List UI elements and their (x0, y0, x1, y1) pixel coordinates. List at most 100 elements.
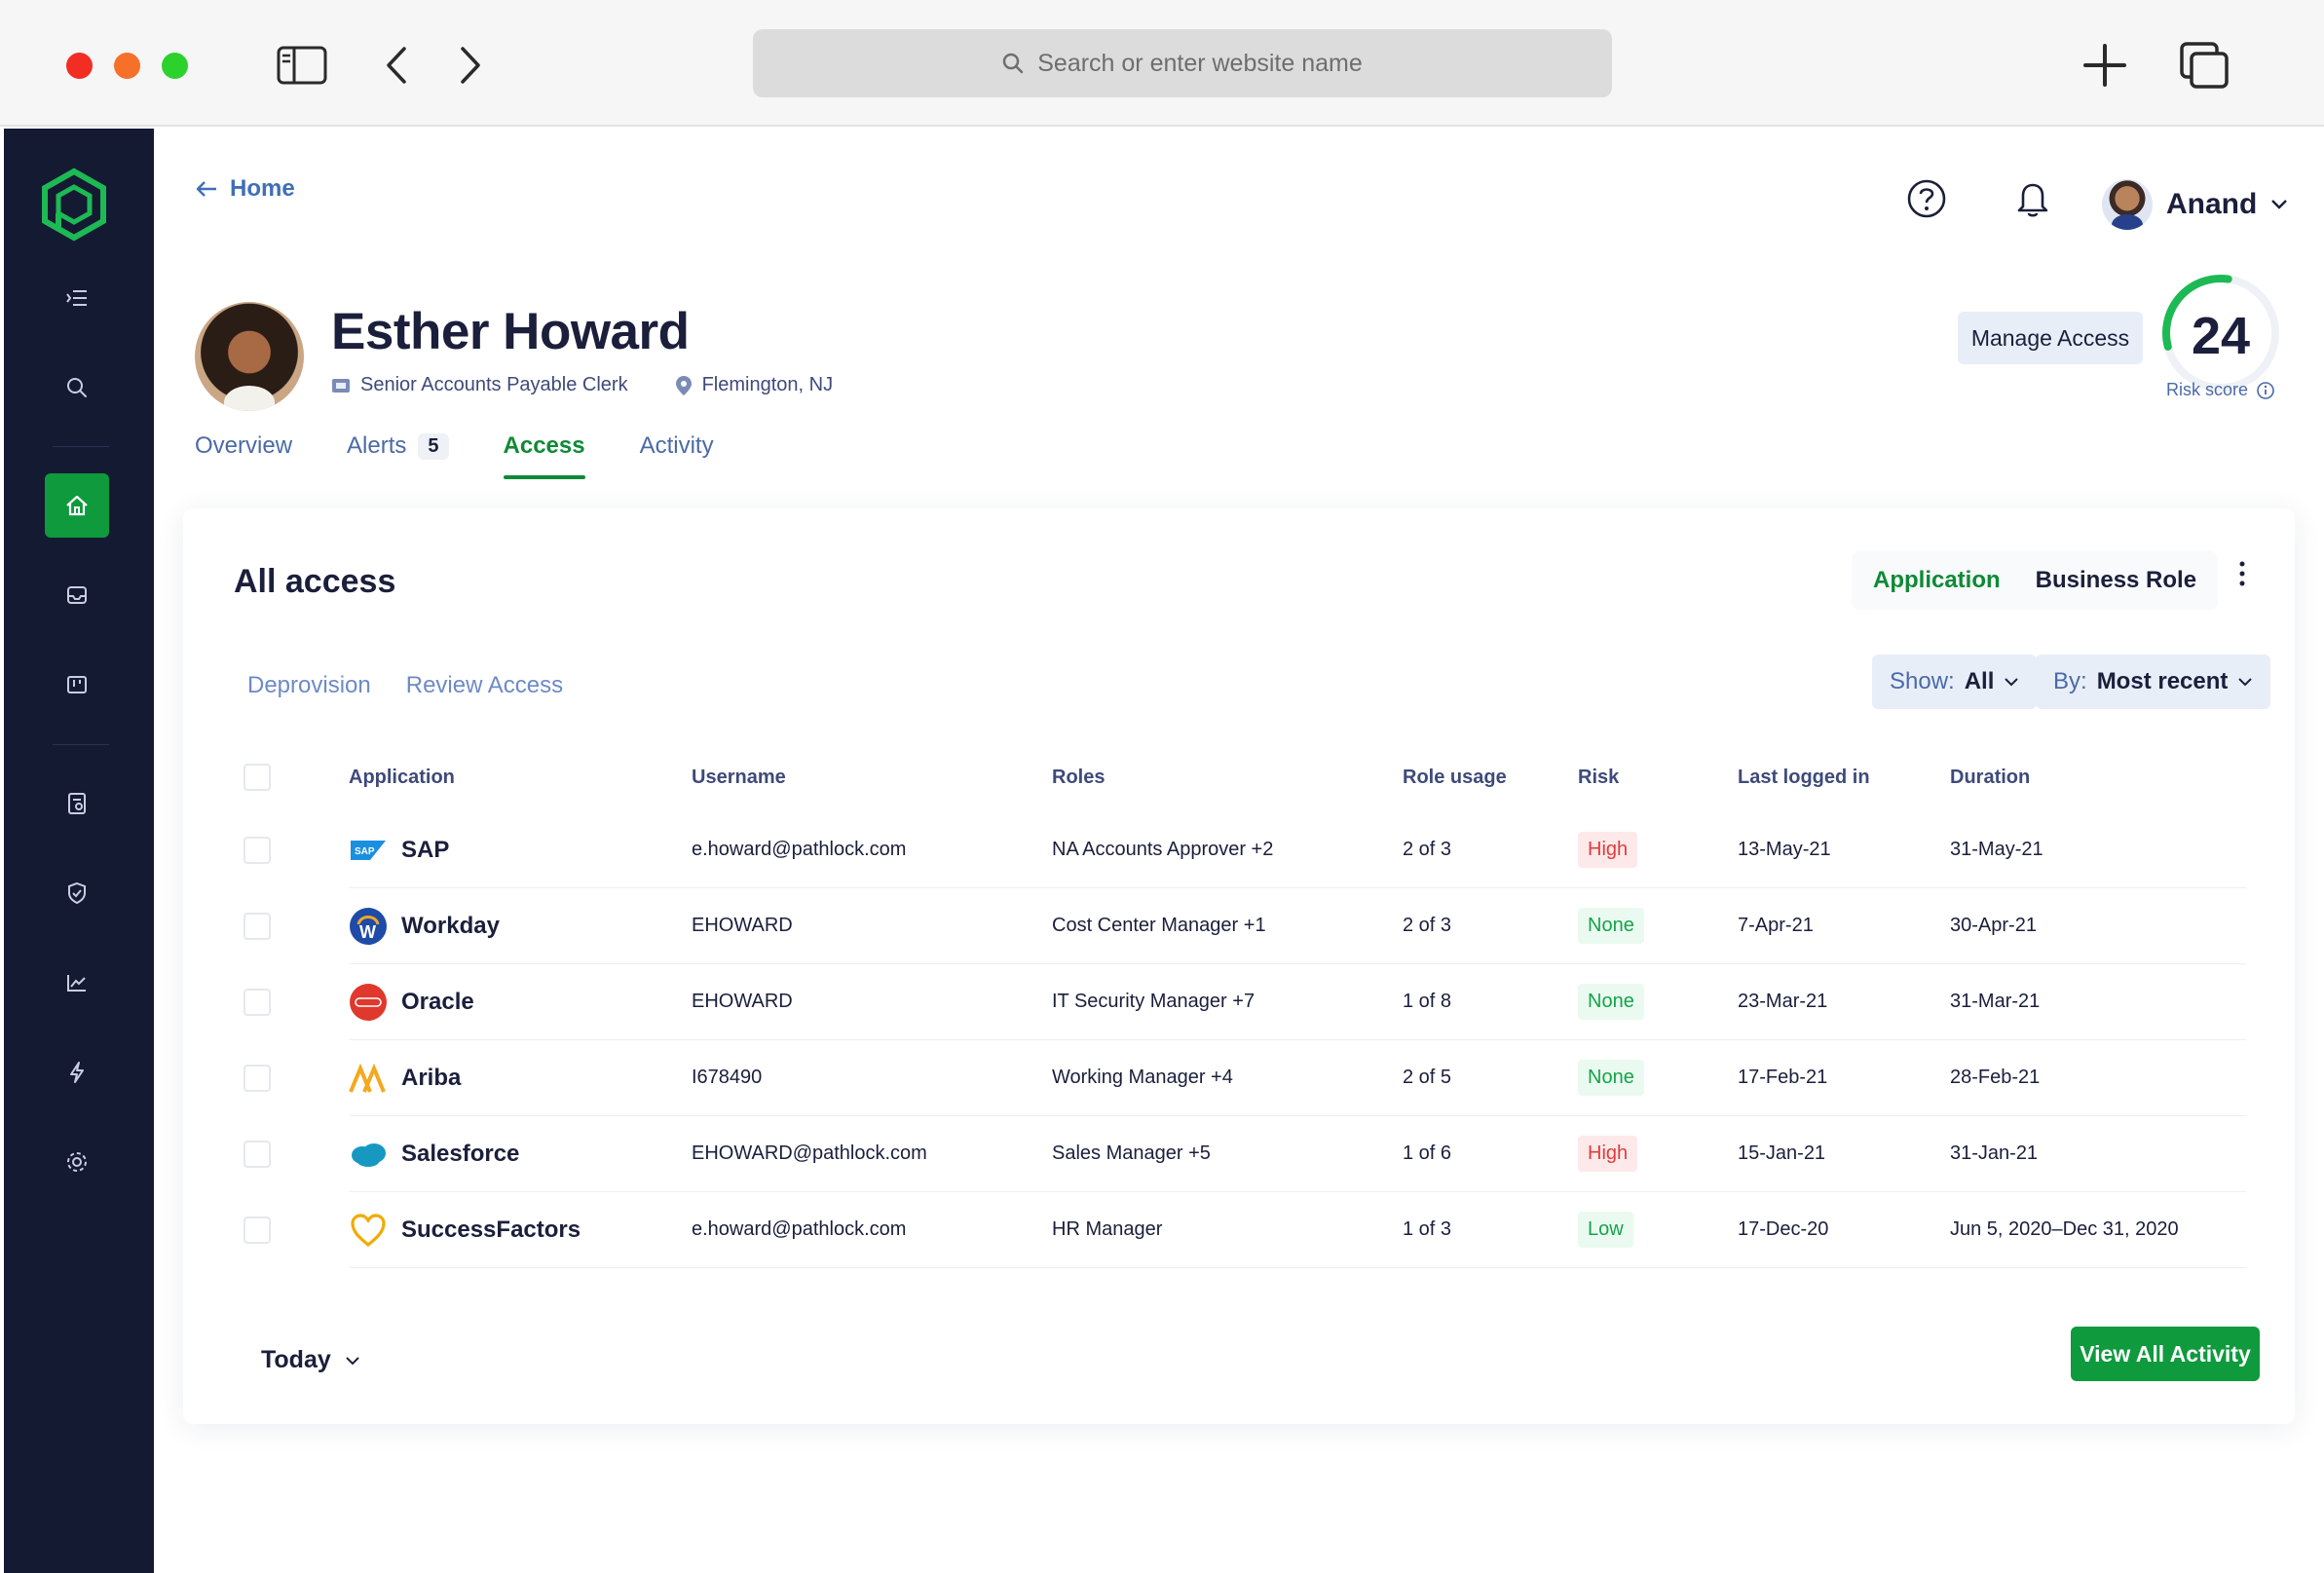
app-name: SuccessFactors (401, 1216, 581, 1243)
cell-roles[interactable]: NA Accounts Approver +2 (1052, 839, 1403, 861)
row-checkbox[interactable] (244, 988, 271, 1016)
pathlock-logo-icon[interactable] (39, 168, 109, 246)
table-row[interactable]: Ariba I678490 Working Manager +4 2 of 5 None… (244, 1040, 2246, 1116)
profile-meta: Senior Accounts Payable Clerk Flemington… (331, 374, 833, 396)
board-icon[interactable] (45, 653, 109, 717)
table-row[interactable]: Salesforce EHOWARD@pathlock.com Sales Mana… (244, 1116, 2246, 1192)
close-window-button[interactable] (66, 53, 93, 79)
address-bar[interactable]: Search or enter website name (753, 29, 1612, 97)
sidebar-toggle-icon[interactable] (275, 43, 329, 88)
lightning-icon[interactable] (45, 1040, 109, 1105)
manage-access-button[interactable]: Manage Access (1958, 312, 2143, 364)
minimize-window-button[interactable] (114, 53, 140, 79)
bell-icon[interactable] (2016, 179, 2049, 218)
col-duration[interactable]: Duration (1950, 767, 2242, 789)
user-menu[interactable]: Anand (2102, 179, 2288, 230)
row-checkbox[interactable] (244, 1216, 271, 1244)
col-risk[interactable]: Risk (1578, 767, 1738, 789)
select-all-checkbox[interactable] (244, 764, 271, 791)
row-checkbox[interactable] (244, 1140, 271, 1168)
tab-access[interactable]: Access (503, 432, 585, 479)
col-last-logged-in[interactable]: Last logged in (1738, 767, 1950, 789)
cell-risk: High (1578, 832, 1738, 868)
table-row[interactable]: Oracle EHOWARD IT Security Manager +7 1 of … (244, 964, 2246, 1040)
cell-risk: None (1578, 1060, 1738, 1096)
inbox-icon[interactable] (45, 563, 109, 627)
cell-duration: 30-Apr-21 (1950, 915, 2037, 936)
sort-filter-dropdown[interactable]: By: Most recent (2036, 655, 2271, 709)
chevron-down-icon (346, 1356, 359, 1365)
more-options-icon[interactable] (2238, 561, 2246, 591)
analytics-icon[interactable] (45, 951, 109, 1015)
forward-arrow-icon[interactable] (456, 43, 485, 88)
back-arrow-icon[interactable] (382, 43, 411, 88)
cell-application[interactable]: W Workday (349, 907, 692, 946)
row-checkbox[interactable] (244, 1064, 271, 1092)
cell-role-usage: 1 of 6 (1403, 1142, 1452, 1164)
cell-last-logged-in: 7-Apr-21 (1738, 915, 1814, 936)
period-dropdown[interactable]: Today (261, 1346, 360, 1374)
help-icon[interactable] (1907, 179, 1946, 218)
profile-title: Senior Accounts Payable Clerk (360, 374, 628, 395)
gear-icon[interactable] (45, 1130, 109, 1194)
cell-roles[interactable]: Sales Manager +5 (1052, 1142, 1403, 1165)
ariba-logo-icon (349, 1059, 388, 1098)
review-access-link[interactable]: Review Access (406, 672, 563, 699)
toggle-business-role[interactable]: Business Role (2036, 567, 2196, 594)
app-name: Workday (401, 912, 500, 939)
id-badge-icon (332, 378, 350, 393)
shield-check-icon[interactable] (45, 861, 109, 925)
back-home-label: Home (230, 175, 295, 202)
tab-overview[interactable]: Overview (195, 432, 292, 479)
cell-risk: Low (1578, 1212, 1738, 1248)
col-role-usage[interactable]: Role usage (1403, 767, 1578, 789)
tab-alerts-label: Alerts (347, 432, 407, 459)
table-row[interactable]: SAP SAP e.howard@pathlock.com NA Accounts A… (244, 812, 2246, 888)
col-application[interactable]: Application (349, 767, 692, 789)
maximize-window-button[interactable] (162, 53, 188, 79)
cell-last-logged-in: 15-Jan-21 (1738, 1142, 1826, 1164)
col-username[interactable]: Username (692, 767, 1052, 789)
sort-filter-value: Most recent (2096, 668, 2229, 694)
cell-role-usage: 1 of 8 (1403, 991, 1452, 1012)
cell-application[interactable]: Ariba (349, 1059, 692, 1098)
cell-risk: None (1578, 984, 1738, 1020)
row-checkbox[interactable] (244, 836, 271, 864)
report-icon[interactable] (45, 771, 109, 836)
search-icon[interactable] (45, 356, 109, 420)
tab-alerts[interactable]: Alerts 5 (347, 432, 449, 479)
menu-collapse-icon[interactable] (45, 266, 109, 330)
info-icon[interactable] (2256, 381, 2275, 400)
cell-application[interactable]: SAP SAP (349, 831, 692, 870)
table-row[interactable]: W Workday EHOWARD Cost Center Manager +1 2 o… (244, 888, 2246, 964)
profile-tabs: Overview Alerts 5 Access Activity (195, 432, 714, 479)
row-checkbox[interactable] (244, 912, 271, 940)
profile-photo (195, 302, 304, 411)
back-home-link[interactable]: Home (195, 175, 295, 203)
cell-roles[interactable]: IT Security Manager +7 (1052, 991, 1403, 1013)
cell-roles[interactable]: Cost Center Manager +1 (1052, 915, 1403, 937)
app-sidebar (4, 129, 154, 1573)
view-all-activity-button[interactable]: View All Activity (2071, 1327, 2260, 1381)
home-icon[interactable] (45, 473, 109, 538)
risk-score-label-text: Risk score (2166, 380, 2249, 399)
cell-roles[interactable]: Working Manager +4 (1052, 1067, 1403, 1089)
svg-text:SAP: SAP (355, 846, 375, 857)
deprovision-link[interactable]: Deprovision (247, 672, 371, 699)
tab-overview-icon[interactable] (2178, 42, 2230, 89)
show-filter-dropdown[interactable]: Show: All (1872, 655, 2038, 709)
cell-last-logged-in: 17-Feb-21 (1738, 1067, 1828, 1088)
cell-risk: None (1578, 908, 1738, 944)
new-tab-icon[interactable] (2080, 43, 2129, 88)
col-roles[interactable]: Roles (1052, 767, 1403, 789)
toggle-application[interactable]: Application (1873, 567, 2001, 594)
table-header: Application Username Roles Role usage Ri… (244, 742, 2246, 812)
access-table: Application Username Roles Role usage Ri… (244, 742, 2246, 1268)
tab-activity[interactable]: Activity (640, 432, 714, 479)
cell-application[interactable]: Oracle (349, 983, 692, 1022)
salesforce-logo-icon (349, 1135, 388, 1174)
cell-application[interactable]: Salesforce (349, 1135, 692, 1174)
cell-roles[interactable]: HR Manager (1052, 1218, 1403, 1241)
cell-application[interactable]: SuccessFactors (349, 1211, 692, 1250)
table-row[interactable]: SuccessFactors e.howard@pathlock.com HR Ma… (244, 1192, 2246, 1268)
